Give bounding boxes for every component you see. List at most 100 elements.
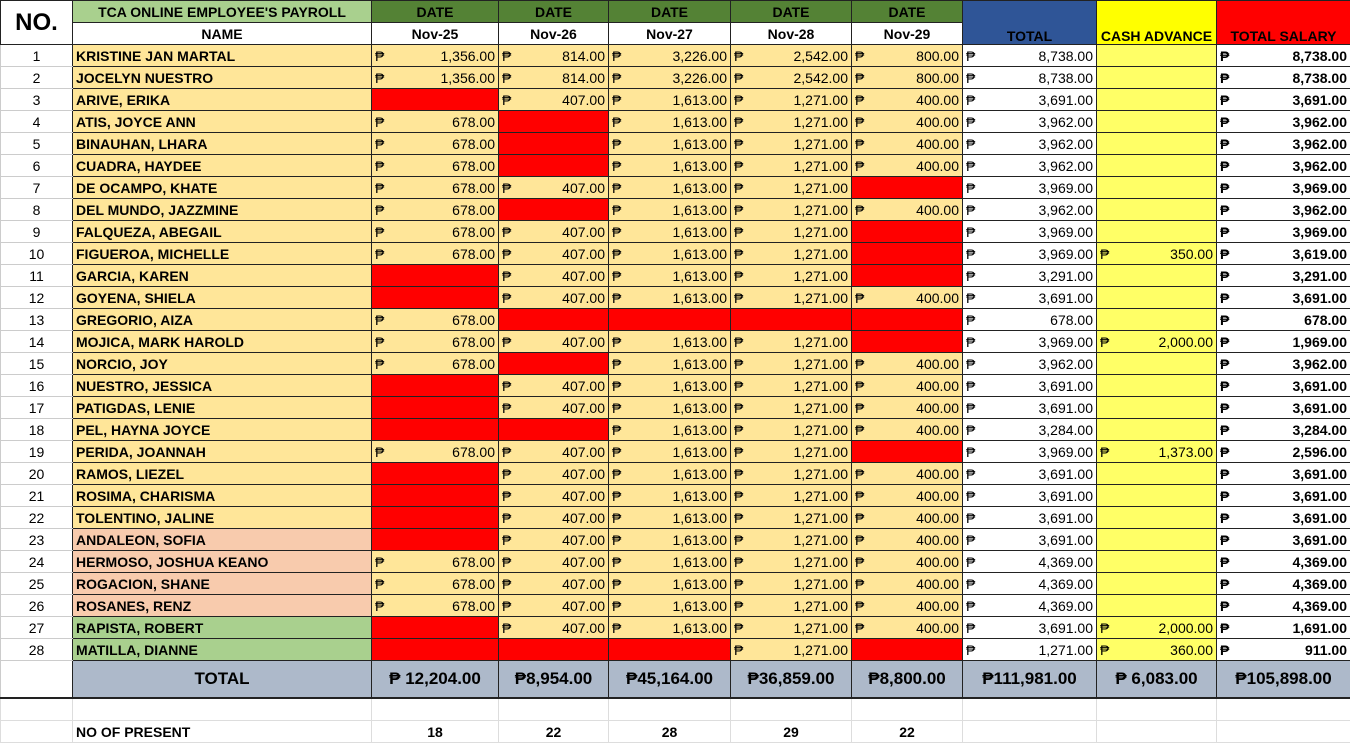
cash-advance-cell[interactable] xyxy=(1097,595,1217,617)
day-pay-cell[interactable]: ₱407.00 xyxy=(499,573,609,595)
cash-advance-cell[interactable] xyxy=(1097,309,1217,331)
day-pay-cell[interactable]: ₱814.00 xyxy=(499,45,609,67)
day-pay-cell[interactable]: ₱400.00 xyxy=(852,397,963,419)
absent-cell[interactable] xyxy=(499,133,609,155)
day-pay-cell[interactable]: ₱1,271.00 xyxy=(731,595,852,617)
row-number[interactable]: 11 xyxy=(1,265,73,287)
column-total[interactable]: ₱111,981.00 xyxy=(963,661,1097,699)
day-pay-cell[interactable]: ₱1,271.00 xyxy=(731,133,852,155)
row-number[interactable]: 15 xyxy=(1,353,73,375)
day-pay-cell[interactable]: ₱407.00 xyxy=(499,441,609,463)
total-salary-cell[interactable]: ₱911.00 xyxy=(1217,639,1350,661)
employee-name[interactable]: KRISTINE JAN MARTAL xyxy=(73,45,372,67)
day-pay-cell[interactable]: ₱1,271.00 xyxy=(731,397,852,419)
total-cell[interactable]: ₱3,969.00 xyxy=(963,243,1097,265)
column-total[interactable]: ₱8,800.00 xyxy=(852,661,963,699)
day-pay-cell[interactable]: ₱1,271.00 xyxy=(731,243,852,265)
empty-cell[interactable] xyxy=(963,698,1097,721)
employee-name[interactable]: CUADRA, HAYDEE xyxy=(73,155,372,177)
day-pay-cell[interactable]: ₱407.00 xyxy=(499,375,609,397)
absent-cell[interactable] xyxy=(499,111,609,133)
row-number[interactable]: 26 xyxy=(1,595,73,617)
row-number[interactable]: 20 xyxy=(1,463,73,485)
present-count[interactable]: 28 xyxy=(609,721,731,743)
day-pay-cell[interactable]: ₱1,613.00 xyxy=(609,419,731,441)
day-pay-cell[interactable]: ₱1,613.00 xyxy=(609,617,731,639)
cash-advance-cell[interactable] xyxy=(1097,133,1217,155)
day-pay-cell[interactable]: ₱1,613.00 xyxy=(609,155,731,177)
absent-cell[interactable] xyxy=(499,309,609,331)
row-number[interactable]: 8 xyxy=(1,199,73,221)
employee-name[interactable]: HERMOSO, JOSHUA KEANO xyxy=(73,551,372,573)
total-salary-cell[interactable]: ₱3,691.00 xyxy=(1217,89,1350,111)
cash-advance-cell[interactable]: ₱2,000.00 xyxy=(1097,331,1217,353)
total-salary-cell[interactable]: ₱3,691.00 xyxy=(1217,529,1350,551)
absent-cell[interactable] xyxy=(372,529,499,551)
cash-advance-cell[interactable]: ₱360.00 xyxy=(1097,639,1217,661)
day-pay-cell[interactable]: ₱1,613.00 xyxy=(609,331,731,353)
total-cell[interactable]: ₱678.00 xyxy=(963,309,1097,331)
cash-advance-cell[interactable]: ₱1,373.00 xyxy=(1097,441,1217,463)
day-pay-cell[interactable]: ₱1,613.00 xyxy=(609,595,731,617)
absent-cell[interactable] xyxy=(499,419,609,441)
day-pay-cell[interactable]: ₱1,613.00 xyxy=(609,287,731,309)
total-salary-cell[interactable]: ₱3,691.00 xyxy=(1217,463,1350,485)
day-pay-cell[interactable]: ₱678.00 xyxy=(372,177,499,199)
cash-advance-cell[interactable] xyxy=(1097,397,1217,419)
absent-cell[interactable] xyxy=(609,309,731,331)
cash-advance-cell[interactable] xyxy=(1097,45,1217,67)
day-pay-cell[interactable]: ₱800.00 xyxy=(852,67,963,89)
absent-cell[interactable] xyxy=(499,353,609,375)
day-pay-cell[interactable]: ₱1,613.00 xyxy=(609,243,731,265)
cash-advance-cell[interactable] xyxy=(1097,485,1217,507)
row-number[interactable]: 3 xyxy=(1,89,73,111)
employee-name[interactable]: ANDALEON, SOFIA xyxy=(73,529,372,551)
cash-advance-cell[interactable] xyxy=(1097,287,1217,309)
day-pay-cell[interactable]: ₱407.00 xyxy=(499,287,609,309)
absent-cell[interactable] xyxy=(372,397,499,419)
absent-cell[interactable] xyxy=(852,221,963,243)
empty-cell[interactable] xyxy=(731,698,852,721)
total-salary-cell[interactable]: ₱1,969.00 xyxy=(1217,331,1350,353)
total-salary-cell[interactable]: ₱1,691.00 xyxy=(1217,617,1350,639)
day-pay-cell[interactable]: ₱1,613.00 xyxy=(609,111,731,133)
day-pay-cell[interactable]: ₱678.00 xyxy=(372,551,499,573)
day-pay-cell[interactable]: ₱1,271.00 xyxy=(731,199,852,221)
employee-name[interactable]: ROSIMA, CHARISMA xyxy=(73,485,372,507)
day-pay-cell[interactable]: ₱407.00 xyxy=(499,89,609,111)
day-pay-cell[interactable]: ₱400.00 xyxy=(852,155,963,177)
total-cell[interactable]: ₱1,271.00 xyxy=(963,639,1097,661)
cash-advance-cell[interactable] xyxy=(1097,265,1217,287)
day-pay-cell[interactable]: ₱678.00 xyxy=(372,441,499,463)
column-total[interactable]: ₱ 12,204.00 xyxy=(372,661,499,699)
total-cell[interactable]: ₱8,738.00 xyxy=(963,67,1097,89)
cash-advance-cell[interactable] xyxy=(1097,67,1217,89)
total-salary-cell[interactable]: ₱3,969.00 xyxy=(1217,177,1350,199)
employee-name[interactable]: DE OCAMPO, KHATE xyxy=(73,177,372,199)
total-salary-cell[interactable]: ₱3,962.00 xyxy=(1217,155,1350,177)
day-pay-cell[interactable]: ₱400.00 xyxy=(852,595,963,617)
total-salary-cell[interactable]: ₱8,738.00 xyxy=(1217,45,1350,67)
cash-advance-cell[interactable] xyxy=(1097,221,1217,243)
row-number[interactable]: 12 xyxy=(1,287,73,309)
day-pay-cell[interactable]: ₱1,271.00 xyxy=(731,551,852,573)
cash-advance-cell[interactable] xyxy=(1097,177,1217,199)
total-cell[interactable]: ₱3,691.00 xyxy=(963,463,1097,485)
total-salary-cell[interactable]: ₱3,962.00 xyxy=(1217,199,1350,221)
day-pay-cell[interactable]: ₱1,271.00 xyxy=(731,441,852,463)
row-number[interactable]: 17 xyxy=(1,397,73,419)
cash-advance-cell[interactable] xyxy=(1097,155,1217,177)
total-salary-cell[interactable]: ₱3,962.00 xyxy=(1217,133,1350,155)
row-number[interactable]: 14 xyxy=(1,331,73,353)
empty-cell[interactable] xyxy=(1,698,73,721)
day-pay-cell[interactable]: ₱1,271.00 xyxy=(731,155,852,177)
day-pay-cell[interactable]: ₱1,271.00 xyxy=(731,221,852,243)
total-cell[interactable]: ₱3,962.00 xyxy=(963,111,1097,133)
total-salary-cell[interactable]: ₱4,369.00 xyxy=(1217,595,1350,617)
day-pay-cell[interactable]: ₱3,226.00 xyxy=(609,45,731,67)
empty-cell[interactable] xyxy=(852,698,963,721)
day-pay-cell[interactable]: ₱678.00 xyxy=(372,595,499,617)
day-pay-cell[interactable]: ₱407.00 xyxy=(499,529,609,551)
total-cell[interactable]: ₱3,962.00 xyxy=(963,155,1097,177)
cash-advance-cell[interactable] xyxy=(1097,551,1217,573)
